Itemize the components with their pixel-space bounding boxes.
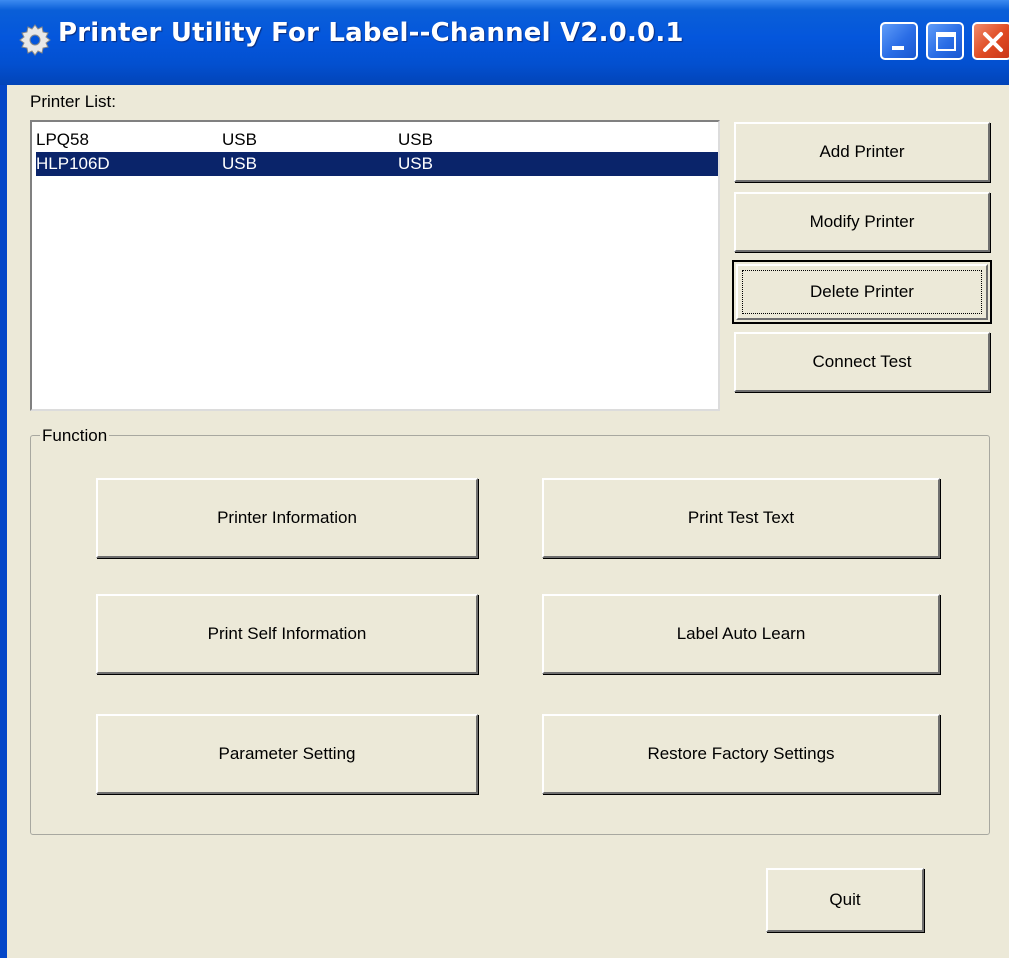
print-test-text-label: Print Test Text [687, 508, 795, 527]
quit-button[interactable]: Quit [766, 868, 924, 932]
quit-label: Quit [829, 890, 861, 909]
restore-factory-settings-label: Restore Factory Settings [647, 744, 835, 763]
connect-test-button[interactable]: Connect Test [734, 332, 990, 392]
printer-information-button[interactable]: Printer Information [96, 478, 478, 558]
title-bar[interactable]: Printer Utility For Label--Channel V2.0.… [0, 0, 1009, 85]
maximize-button[interactable] [926, 22, 964, 60]
close-icon [983, 32, 1003, 52]
window-title: Printer Utility For Label--Channel V2.0.… [58, 18, 684, 48]
delete-printer-label: Delete Printer [810, 282, 914, 301]
parameter-setting-button[interactable]: Parameter Setting [96, 714, 478, 794]
label-auto-learn-button[interactable]: Label Auto Learn [542, 594, 940, 674]
add-printer-button[interactable]: Add Printer [734, 122, 990, 182]
maximize-icon [936, 32, 956, 51]
printer-port: USB [222, 154, 257, 173]
printer-name: LPQ58 [36, 130, 89, 149]
printer-name: HLP106D [36, 154, 110, 173]
printer-list-label: Printer List: [30, 92, 116, 111]
parameter-setting-label: Parameter Setting [218, 744, 356, 763]
modify-printer-label: Modify Printer [809, 212, 915, 231]
window-border [0, 85, 7, 958]
printer-list[interactable]: LPQ58 USB USB HLP106D USB USB [30, 120, 720, 411]
printer-type: USB [398, 154, 433, 173]
label-auto-learn-label: Label Auto Learn [676, 624, 806, 643]
print-self-information-label: Print Self Information [207, 624, 367, 643]
printer-type: USB [398, 130, 433, 149]
add-printer-label: Add Printer [819, 142, 905, 161]
print-self-information-button[interactable]: Print Self Information [96, 594, 478, 674]
minimize-icon [892, 46, 904, 50]
delete-printer-button[interactable]: Delete Printer [732, 260, 992, 324]
restore-factory-settings-button[interactable]: Restore Factory Settings [542, 714, 940, 794]
printer-port: USB [222, 130, 257, 149]
function-group-label: Function [40, 426, 110, 446]
list-item-selected[interactable]: HLP106D USB USB [36, 152, 718, 176]
printer-information-label: Printer Information [217, 508, 357, 527]
connect-test-label: Connect Test [812, 352, 912, 371]
close-button[interactable] [972, 22, 1009, 60]
print-test-text-button[interactable]: Print Test Text [542, 478, 940, 558]
gear-icon [18, 23, 52, 57]
modify-printer-button[interactable]: Modify Printer [734, 192, 990, 252]
list-item[interactable]: LPQ58 USB USB [36, 128, 718, 152]
app-window: Printer Utility For Label--Channel V2.0.… [0, 0, 1009, 958]
minimize-button[interactable] [880, 22, 918, 60]
